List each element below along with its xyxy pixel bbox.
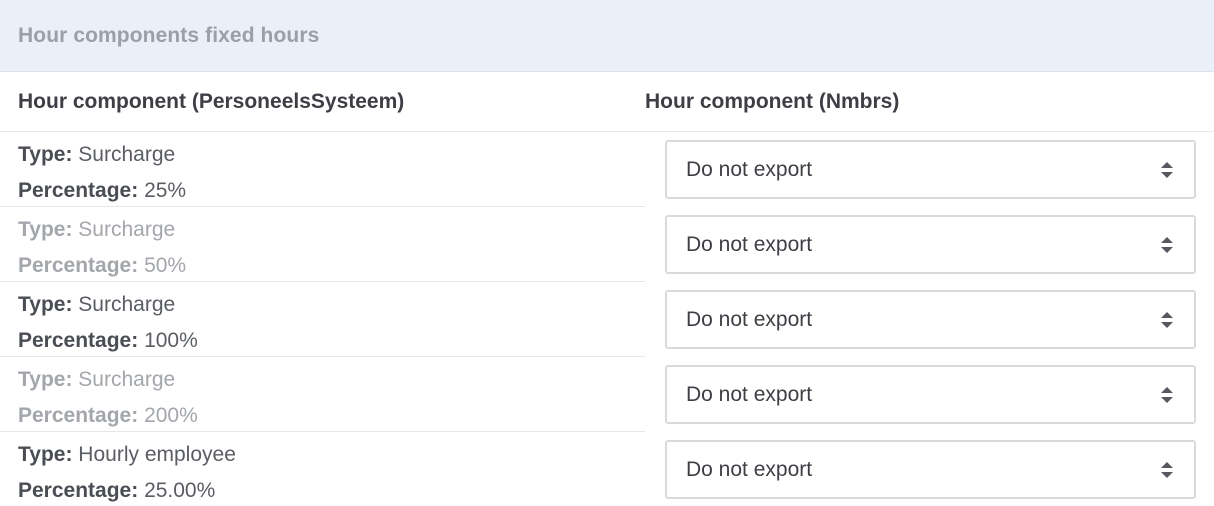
column-header-nmbrs: Hour component (Nmbrs) [645,89,900,113]
hour-component-cell: Type: Surcharge Percentage: 100% [0,282,645,357]
nmbrs-hour-component-select[interactable]: Do not export [665,440,1196,499]
select-value: Do not export [686,307,813,331]
select-value: Do not export [686,232,813,256]
percentage-line: Percentage: 50% [18,248,645,284]
percentage-label: Percentage: [18,479,139,502]
type-label: Type: [18,218,73,241]
percentage-value: 100% [144,329,198,352]
table-row: Type: Surcharge Percentage: 50% Do not e… [0,207,1214,282]
percentage-line: Percentage: 25% [18,173,645,209]
percentage-value: 200% [144,404,198,427]
nmbrs-cell: Do not export [645,432,1214,506]
percentage-label: Percentage: [18,179,139,202]
hour-components-panel: Hour components fixed hours Hour compone… [0,0,1214,506]
panel-title: Hour components fixed hours [18,23,320,47]
percentage-value: 25.00% [144,479,216,502]
table-row: Type: Surcharge Percentage: 25% Do not e… [0,132,1214,207]
type-value: Surcharge [78,143,176,166]
nmbrs-cell: Do not export [645,357,1214,432]
nmbrs-hour-component-select[interactable]: Do not export [665,290,1196,349]
panel-header: Hour components fixed hours [0,0,1214,72]
type-label: Type: [18,443,73,466]
percentage-label: Percentage: [18,254,139,277]
percentage-line: Percentage: 200% [18,398,645,434]
sort-up-down-icon [1161,461,1173,478]
nmbrs-hour-component-select[interactable]: Do not export [665,365,1196,424]
table-row: Type: Surcharge Percentage: 100% Do not … [0,282,1214,357]
nmbrs-cell: Do not export [645,207,1214,282]
hour-component-cell: Type: Hourly employee Percentage: 25.00% [0,432,645,506]
sort-up-down-icon [1161,386,1173,403]
type-label: Type: [18,143,73,166]
column-header-personeelssysteem: Hour component (PersoneelsSysteem) [18,89,405,113]
type-label: Type: [18,368,73,391]
nmbrs-cell: Do not export [645,132,1214,207]
percentage-label: Percentage: [18,404,139,427]
sort-up-down-icon [1161,311,1173,328]
nmbrs-cell: Do not export [645,282,1214,357]
select-value: Do not export [686,157,813,181]
hour-component-cell: Type: Surcharge Percentage: 50% [0,207,645,282]
type-line: Type: Surcharge [18,137,645,173]
type-value: Hourly employee [78,443,236,466]
table-header-row: Hour component (PersoneelsSysteem) Hour … [0,72,1214,132]
type-line: Type: Surcharge [18,362,645,398]
percentage-line: Percentage: 25.00% [18,473,645,506]
nmbrs-hour-component-select[interactable]: Do not export [665,215,1196,274]
hour-component-cell: Type: Surcharge Percentage: 25% [0,132,645,207]
type-value: Surcharge [78,368,176,391]
table-row: Type: Hourly employee Percentage: 25.00%… [0,432,1214,506]
type-label: Type: [18,293,73,316]
percentage-value: 50% [144,254,187,277]
hour-component-cell: Type: Surcharge Percentage: 200% [0,357,645,432]
select-value: Do not export [686,382,813,406]
nmbrs-hour-component-select[interactable]: Do not export [665,140,1196,199]
percentage-line: Percentage: 100% [18,323,645,359]
type-value: Surcharge [78,293,176,316]
type-line: Type: Surcharge [18,212,645,248]
type-value: Surcharge [78,218,176,241]
table-row: Type: Surcharge Percentage: 200% Do not … [0,357,1214,432]
percentage-label: Percentage: [18,329,139,352]
percentage-value: 25% [144,179,187,202]
sort-up-down-icon [1161,161,1173,178]
sort-up-down-icon [1161,236,1173,253]
select-value: Do not export [686,457,813,481]
type-line: Type: Hourly employee [18,437,645,473]
type-line: Type: Surcharge [18,287,645,323]
